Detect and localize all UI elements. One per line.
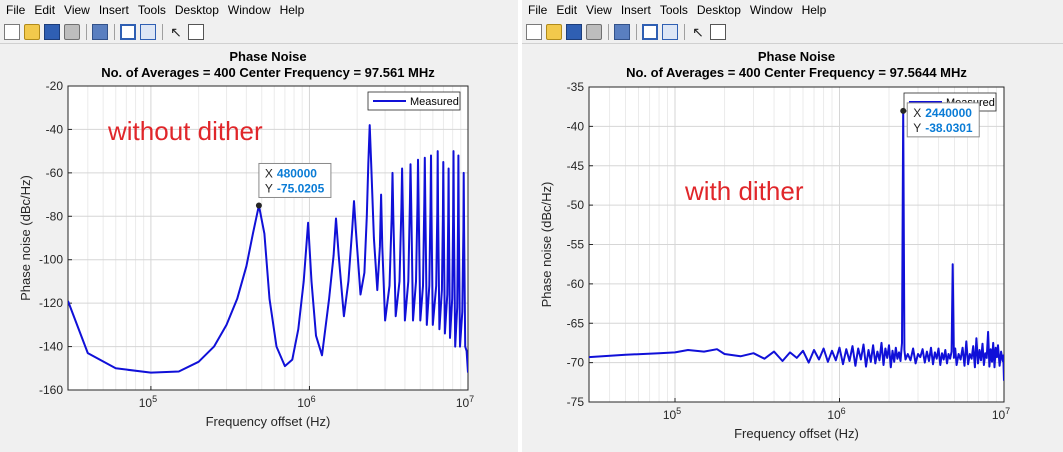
y-tick-label: -60 (567, 277, 585, 291)
save-icon[interactable] (44, 23, 60, 40)
y-tick-label: -40 (46, 122, 64, 136)
edit-plot-arrow-icon[interactable]: ↖ (168, 24, 184, 40)
y-tick-label: -80 (46, 209, 64, 223)
figure-toolbar: ↖ (522, 20, 1063, 44)
y-tick-label: -140 (39, 340, 63, 354)
x-tick-label: 105 (139, 394, 157, 410)
y-tick-label: -40 (567, 119, 585, 133)
menu-insert[interactable]: Insert (99, 3, 129, 17)
toolbar-separator (162, 23, 163, 40)
toolbar-separator (684, 23, 685, 40)
y-axis-label: Phase noise (dBc/Hz) (539, 182, 554, 308)
menu-file[interactable]: File (6, 3, 25, 17)
x-tick-label: 107 (456, 394, 474, 410)
menu-view[interactable]: View (64, 3, 90, 17)
toolbar-separator (636, 23, 637, 40)
y-axis-label: Phase noise (dBc/Hz) (18, 175, 33, 301)
y-tick-label: -100 (39, 253, 63, 267)
datatip-marker (255, 202, 262, 209)
new-figure-icon[interactable] (526, 23, 542, 40)
menu-desktop[interactable]: Desktop (697, 3, 741, 17)
figure-toolbar: ↖ (0, 20, 518, 44)
phase-noise-chart-with-dither: Phase NoiseNo. of Averages = 400 Center … (539, 49, 1010, 441)
figure-window-without-dither: File Edit View Insert Tools Desktop Wind… (0, 0, 518, 452)
chart-subtitle: No. of Averages = 400 Center Frequency =… (626, 65, 967, 80)
menu-edit[interactable]: Edit (556, 3, 577, 17)
open-file-icon[interactable] (24, 23, 40, 40)
datatip-y-label: Y (913, 121, 921, 135)
phase-noise-chart-without-dither: Phase NoiseNo. of Averages = 400 Center … (18, 49, 474, 429)
save-icon[interactable] (566, 23, 582, 40)
y-tick-label: -75 (567, 395, 585, 409)
print-icon[interactable] (586, 23, 602, 40)
toolbar-separator (86, 23, 87, 40)
hide-plot-tools-icon[interactable] (642, 23, 658, 40)
dither-annotation: with dither (684, 176, 804, 206)
menu-tools[interactable]: Tools (138, 3, 166, 17)
legend[interactable]: Measured (367, 91, 461, 111)
link-plot-icon[interactable] (614, 23, 630, 40)
menu-window[interactable]: Window (228, 3, 271, 17)
datatip-y-label: Y (265, 181, 273, 195)
menu-tools[interactable]: Tools (660, 3, 688, 17)
edit-plot-arrow-icon[interactable]: ↖ (690, 24, 706, 40)
y-tick-label: -60 (46, 166, 64, 180)
menu-desktop[interactable]: Desktop (175, 3, 219, 17)
x-tick-label: 107 (992, 406, 1010, 422)
datatip[interactable]: X 2440000 Y -38.0301 (900, 102, 980, 138)
new-figure-icon[interactable] (4, 23, 20, 40)
datatip-y-value: -75.0205 (277, 181, 325, 195)
y-tick-label: -160 (39, 383, 63, 397)
property-inspector-icon[interactable] (710, 23, 726, 40)
datatip-x-label: X (265, 166, 273, 180)
x-tick-label: 106 (297, 394, 315, 410)
datatip-x-label: X (913, 106, 921, 120)
y-tick-label: -35 (567, 80, 585, 94)
menu-window[interactable]: Window (750, 3, 793, 17)
menu-help[interactable]: Help (802, 3, 827, 17)
menu-file[interactable]: File (528, 3, 547, 17)
menu-bar: File Edit View Insert Tools Desktop Wind… (522, 0, 1063, 20)
datatip-marker (900, 107, 907, 114)
menu-help[interactable]: Help (280, 3, 305, 17)
property-inspector-icon[interactable] (188, 23, 204, 40)
y-tick-label: -65 (567, 316, 585, 330)
y-tick-label: -20 (46, 79, 64, 93)
chart-subtitle: No. of Averages = 400 Center Frequency =… (101, 65, 435, 80)
menu-bar: File Edit View Insert Tools Desktop Wind… (0, 0, 518, 20)
y-tick-label: -55 (567, 238, 585, 252)
y-tick-label: -70 (567, 356, 585, 370)
toolbar-separator (114, 23, 115, 40)
y-tick-label: -45 (567, 159, 585, 173)
hide-plot-tools-icon[interactable] (120, 23, 136, 40)
chart-title: Phase Noise (229, 49, 306, 64)
x-axis-label: Frequency offset (Hz) (734, 426, 859, 441)
open-file-icon[interactable] (546, 23, 562, 40)
y-tick-label: -120 (39, 296, 63, 310)
link-plot-icon[interactable] (92, 23, 108, 40)
toolbar-separator (608, 23, 609, 40)
menu-edit[interactable]: Edit (34, 3, 55, 17)
print-icon[interactable] (64, 23, 80, 40)
menu-view[interactable]: View (586, 3, 612, 17)
x-tick-label: 105 (663, 406, 681, 422)
figure-window-with-dither: File Edit View Insert Tools Desktop Wind… (522, 0, 1063, 452)
datatip-y-value: -38.0301 (925, 121, 973, 135)
legend-entry: Measured (410, 96, 459, 108)
y-tick-label: -50 (567, 198, 585, 212)
datatip-x-value: 2440000 (925, 106, 972, 120)
datatip-x-value: 480000 (277, 166, 317, 180)
dither-annotation: without dither (107, 116, 263, 146)
x-axis-label: Frequency offset (Hz) (206, 414, 331, 429)
show-plot-tools-icon[interactable] (662, 23, 678, 40)
menu-insert[interactable]: Insert (621, 3, 651, 17)
x-tick-label: 106 (827, 406, 845, 422)
show-plot-tools-icon[interactable] (140, 23, 156, 40)
chart-title: Phase Noise (758, 49, 835, 64)
